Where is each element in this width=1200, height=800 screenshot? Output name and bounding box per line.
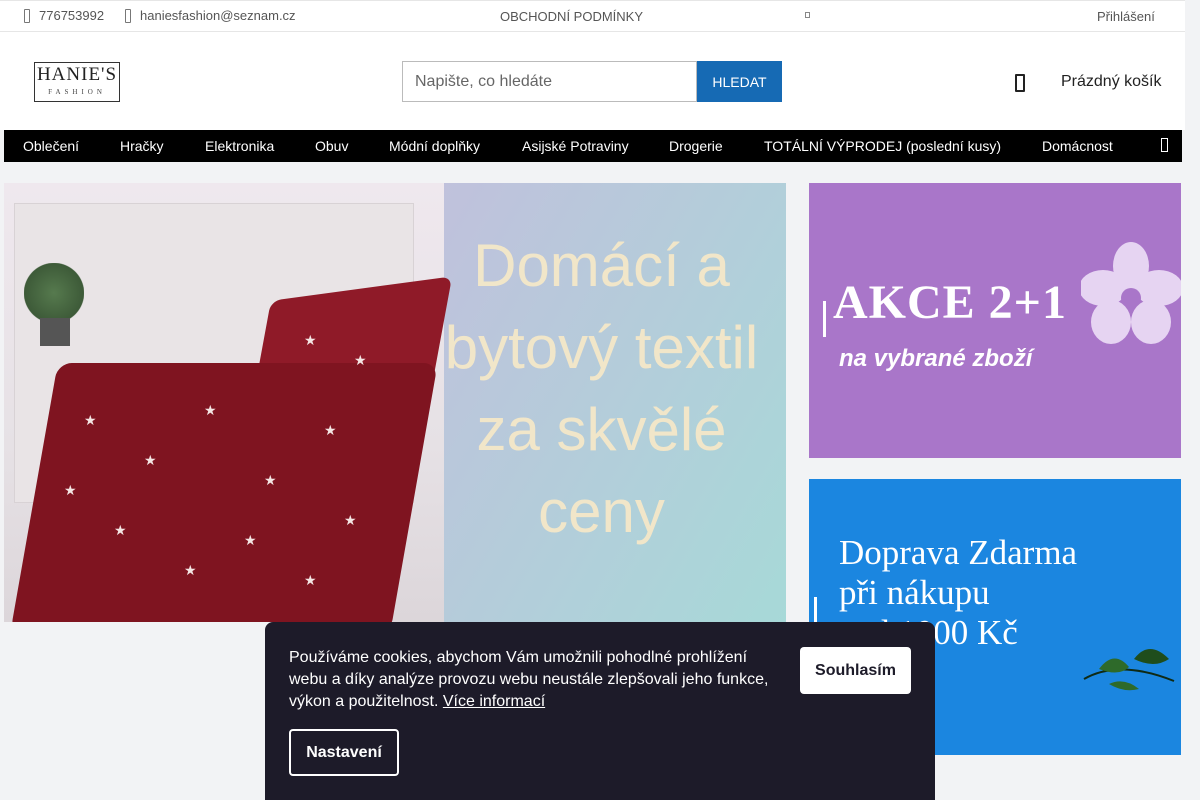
terms-link[interactable]: OBCHODNÍ PODMÍNKY — [500, 9, 643, 24]
banner-main-text: Domácí a bytový textil za skvělé ceny — [444, 232, 759, 545]
nav-item-elektronika[interactable]: Elektronika — [205, 138, 274, 154]
text-cursor-decor — [823, 301, 826, 337]
shipping-line-2: při nákupu — [839, 573, 990, 612]
cookie-message: Používáme cookies, abychom Vám umožnili … — [289, 647, 779, 713]
logo-subtitle: FASHION — [48, 88, 106, 96]
star-decor: ★ — [344, 512, 357, 528]
cookie-banner: Používáme cookies, abychom Vám umožnili … — [265, 622, 935, 800]
top-bar: 776753992 haniesfashion@seznam.cz OBCHOD… — [0, 0, 1185, 32]
nav-item-hracky[interactable]: Hračky — [120, 138, 164, 154]
star-decor: ★ — [144, 452, 157, 468]
login-link[interactable]: Přihlášení — [1097, 9, 1155, 24]
phone-number[interactable]: 776753992 — [39, 8, 104, 23]
cookie-agree-button[interactable]: Souhlasím — [800, 647, 911, 694]
star-decor: ★ — [354, 352, 367, 368]
star-decor: ★ — [64, 482, 77, 498]
star-decor: ★ — [244, 532, 257, 548]
cookie-more-info-link[interactable]: Více informací — [443, 693, 545, 710]
nav-item-drogerie[interactable]: Drogerie — [669, 138, 723, 154]
nav-item-totalni-vyprodej[interactable]: TOTÁLNÍ VÝPRODEJ (poslední kusy) — [764, 138, 1001, 154]
site-logo[interactable]: HANIE'S FASHION — [34, 62, 120, 102]
star-decor: ★ — [324, 422, 337, 438]
akce-title: AKCE 2+1 — [833, 276, 1068, 329]
banner-home-textile[interactable]: ★ ★ ★ ★ ★ ★ ★ ★ ★ ★ ★ ★ ★ Domácí a bytov… — [4, 183, 786, 622]
site-header: HANIE'S FASHION HLEDAT Prázdný košík — [0, 32, 1185, 130]
search-input[interactable] — [402, 61, 697, 102]
cart-icon[interactable] — [1015, 74, 1025, 92]
star-decor: ★ — [84, 412, 97, 428]
mail-icon — [125, 8, 131, 23]
nav-item-asijske-potraviny[interactable]: Asijské Potraviny — [522, 138, 629, 154]
nav-item-modni-doplnky[interactable]: Módní doplňky — [389, 138, 480, 154]
chevron-right-icon[interactable] — [1161, 138, 1168, 152]
star-decor: ★ — [304, 572, 317, 588]
star-decor: ★ — [114, 522, 127, 538]
search-form: HLEDAT — [402, 61, 782, 102]
bird-icon — [1083, 649, 1175, 691]
email-address[interactable]: haniesfashion@seznam.cz — [140, 8, 296, 23]
banner-akce[interactable]: AKCE 2+1 na vybrané zboží — [809, 183, 1181, 458]
nav-item-domacnost[interactable]: Domácnost — [1042, 138, 1113, 154]
star-decor: ★ — [304, 332, 317, 348]
main-navigation: Oblečení Hračky Elektronika Obuv Módní d… — [4, 130, 1182, 162]
lock-icon — [805, 12, 810, 18]
logo-title: HANIE'S — [36, 64, 118, 85]
phone-icon — [24, 8, 30, 23]
email-contact[interactable]: haniesfashion@seznam.cz — [125, 8, 296, 23]
banner-photo: ★ ★ ★ ★ ★ ★ ★ ★ ★ ★ ★ ★ ★ — [4, 183, 453, 622]
star-decor: ★ — [264, 472, 277, 488]
shipping-line-1: Doprava Zdarma — [839, 533, 1078, 572]
akce-subtitle: na vybrané zboží — [839, 345, 1033, 372]
phone-contact[interactable]: 776753992 — [24, 8, 104, 23]
search-button[interactable]: HLEDAT — [697, 61, 782, 102]
nav-item-obleceni[interactable]: Oblečení — [23, 138, 79, 154]
star-decor: ★ — [184, 562, 197, 578]
cookie-settings-button[interactable]: Nastavení — [289, 729, 399, 776]
star-decor: ★ — [204, 402, 217, 418]
cart-label[interactable]: Prázdný košík — [1061, 73, 1161, 91]
nav-item-obuv[interactable]: Obuv — [315, 138, 348, 154]
flower-icon — [1081, 242, 1181, 344]
bed-image: ★ ★ ★ ★ ★ ★ ★ ★ ★ ★ ★ ★ ★ — [4, 243, 453, 622]
